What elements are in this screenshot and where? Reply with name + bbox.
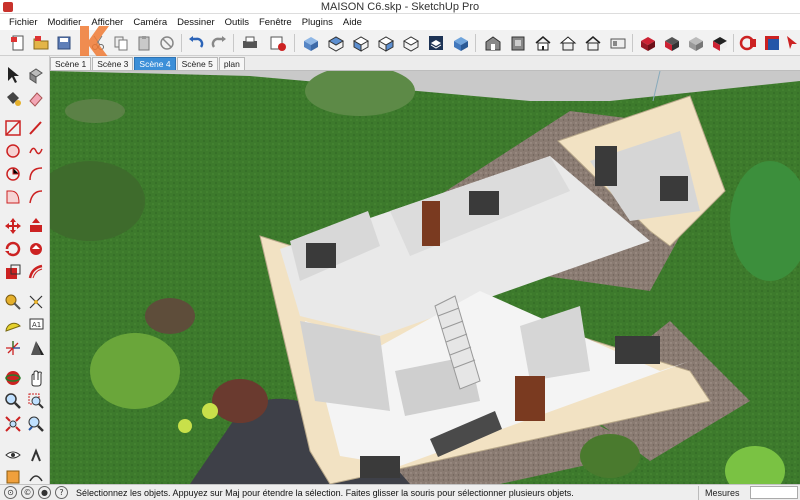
zoom-icon[interactable] [3, 391, 23, 411]
pie-icon[interactable] [3, 187, 23, 207]
tape-measure-icon[interactable] [3, 292, 23, 312]
menu-outils[interactable]: Outils [220, 17, 254, 28]
protractor-icon[interactable] [3, 315, 23, 335]
tab-scene-3[interactable]: Scène 3 [92, 57, 134, 70]
move-icon[interactable] [3, 216, 23, 236]
tab-scene-1[interactable]: Scène 1 [50, 57, 92, 70]
component-icon[interactable] [26, 65, 46, 85]
previous-view-icon[interactable] [26, 414, 46, 434]
measurements-label: Mesures [698, 485, 750, 500]
menu-fenetre[interactable]: Fenêtre [254, 17, 297, 28]
dimension-icon[interactable] [26, 292, 46, 312]
select-icon[interactable] [3, 65, 23, 85]
zoom-window-icon[interactable] [26, 391, 46, 411]
walk-icon[interactable] [26, 444, 46, 464]
open-file-icon[interactable] [31, 33, 51, 53]
title-bar: MAISON C6.skp - SketchUp Pro [0, 0, 800, 14]
back-view-icon[interactable] [401, 33, 421, 53]
print-icon[interactable] [240, 33, 260, 53]
svg-text:A1: A1 [32, 321, 41, 329]
polygon-icon[interactable] [3, 164, 23, 184]
eraser-icon[interactable] [26, 88, 46, 108]
paint-bucket-icon[interactable] [3, 88, 23, 108]
position-camera-icon[interactable] [3, 444, 23, 464]
erase-icon[interactable] [157, 33, 177, 53]
house-outline-icon[interactable] [583, 33, 603, 53]
line-icon[interactable] [3, 118, 23, 138]
extension-red-cube-icon[interactable] [710, 33, 730, 53]
tool-palette: A1 [0, 56, 50, 484]
iso-view-icon[interactable] [301, 33, 321, 53]
redo-icon[interactable] [209, 33, 229, 53]
orbit-icon[interactable] [3, 368, 23, 388]
right-view-icon[interactable] [376, 33, 396, 53]
menu-aide[interactable]: Aide [338, 17, 367, 28]
measurements-input[interactable] [750, 486, 798, 499]
push-pull-icon[interactable] [26, 216, 46, 236]
help-icon[interactable]: ? [55, 486, 68, 499]
zoom-extents-icon[interactable] [3, 414, 23, 434]
left-view-icon[interactable] [426, 33, 446, 53]
pointer-extension-icon[interactable] [784, 33, 800, 53]
text-icon[interactable]: A1 [26, 315, 46, 335]
scale-icon[interactable] [3, 262, 23, 282]
warehouse-icon[interactable] [483, 33, 503, 53]
three-point-arc-icon[interactable] [26, 187, 46, 207]
geolocation-icon[interactable]: ⊙ [4, 486, 17, 499]
tab-scene-5[interactable]: Scène 5 [176, 57, 218, 70]
tab-plan[interactable]: plan [218, 57, 245, 70]
xray-style-icon[interactable] [451, 33, 471, 53]
two-point-arc-icon[interactable] [26, 164, 46, 184]
house-3d-model[interactable] [50, 71, 800, 484]
tab-scene-4[interactable]: Scène 4 [134, 57, 176, 70]
save-icon[interactable] [54, 33, 74, 53]
menu-bar: Fichier Modifier Afficher Caméra Dessine… [0, 14, 800, 30]
status-message: Sélectionnez les objets. Appuyez sur Maj… [76, 487, 574, 498]
copy-icon[interactable] [111, 33, 131, 53]
scene-tabs-bar: Scène 1 Scène 3 Scène 4 Scène 5 plan [50, 56, 800, 71]
window-title: MAISON C6.skp - SketchUp Pro [320, 1, 480, 13]
arc-icon[interactable] [26, 141, 46, 161]
top-view-icon[interactable] [326, 33, 346, 53]
main-toolbar [0, 30, 800, 56]
menu-fichier[interactable]: Fichier [4, 17, 43, 28]
model-info-icon[interactable] [268, 33, 288, 53]
front-view-icon[interactable] [351, 33, 371, 53]
freehand-icon[interactable] [26, 118, 46, 138]
model-viewport[interactable] [50, 71, 800, 484]
undo-icon[interactable] [186, 33, 206, 53]
layout-icon[interactable] [608, 33, 628, 53]
3d-text-icon[interactable] [26, 338, 46, 358]
menu-plugins[interactable]: Plugins [297, 17, 338, 28]
share-model-icon[interactable] [508, 33, 528, 53]
extension-red-icon[interactable] [638, 33, 658, 53]
offset-icon[interactable] [26, 262, 46, 282]
status-bar: ⊙ © ● ? Sélectionnez les objets. Appuyez… [0, 484, 800, 500]
axes-icon[interactable] [3, 338, 23, 358]
pan-icon[interactable] [26, 368, 46, 388]
flag-extension-icon[interactable] [762, 33, 782, 53]
house-icon[interactable] [533, 33, 553, 53]
menu-dessiner[interactable]: Dessiner [172, 17, 220, 28]
follow-me-icon[interactable] [26, 239, 46, 259]
user-icon[interactable]: ● [38, 486, 51, 499]
menu-camera[interactable]: Caméra [128, 17, 172, 28]
paste-icon[interactable] [134, 33, 154, 53]
circle-extension-icon[interactable] [738, 33, 758, 53]
circle-icon[interactable] [3, 141, 23, 161]
extension-grey-icon[interactable] [686, 33, 706, 53]
house-roof-icon[interactable] [558, 33, 578, 53]
rotate-icon[interactable] [3, 239, 23, 259]
credits-icon[interactable]: © [21, 486, 34, 499]
new-file-icon[interactable] [8, 33, 28, 53]
extension-dark-icon[interactable] [662, 33, 682, 53]
